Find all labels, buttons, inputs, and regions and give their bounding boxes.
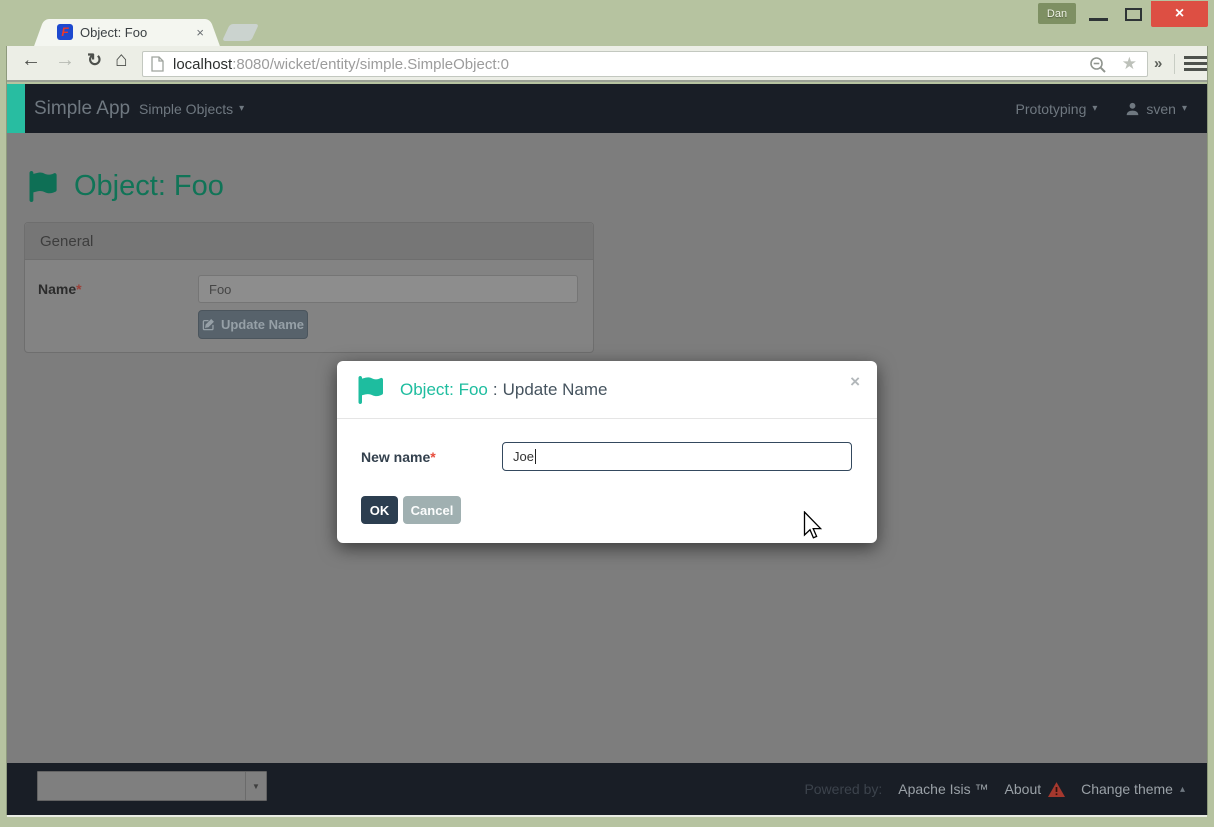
url-path: :8080/wicket/entity/simple.SimpleObject:… xyxy=(232,56,509,73)
user-name-label: sven xyxy=(1146,101,1176,117)
page-document-icon xyxy=(151,56,164,72)
edit-pencil-icon xyxy=(202,318,215,331)
close-icon[interactable]: × xyxy=(850,372,860,392)
menu-prototyping[interactable]: Prototyping ▾ xyxy=(1016,101,1098,117)
name-field-label: Name* xyxy=(38,275,198,339)
cancel-button[interactable]: Cancel xyxy=(403,496,461,524)
chrome-menu-icon[interactable] xyxy=(1184,56,1207,74)
update-name-label: Update Name xyxy=(221,317,304,332)
required-mark: * xyxy=(430,449,435,465)
text-caret xyxy=(535,449,536,464)
forward-icon[interactable]: → xyxy=(55,49,75,72)
chevron-down-icon: ▾ xyxy=(1092,103,1097,114)
dialog-action-title: Update Name xyxy=(503,380,608,399)
update-name-dialog: Object: Foo: Update Name × New name* Joe … xyxy=(337,361,877,543)
chevron-up-icon: ▴ xyxy=(1180,784,1185,795)
window-close-button[interactable]: × xyxy=(1151,1,1208,27)
panel-heading: General xyxy=(25,223,593,260)
warning-triangle-icon xyxy=(1048,782,1065,797)
flag-icon xyxy=(28,171,62,202)
dialog-title-separator: : xyxy=(493,380,498,399)
window-maximize-button[interactable] xyxy=(1125,8,1142,21)
url-bar[interactable]: localhost:8080/wicket/entity/simple.Simp… xyxy=(142,51,1148,77)
tab-title: Object: Foo xyxy=(80,25,147,40)
url-host: localhost xyxy=(173,56,232,73)
dialog-title: Object: Foo: Update Name xyxy=(400,380,608,400)
change-theme-link[interactable]: Change theme ▴ xyxy=(1081,781,1185,797)
toolbar-separator xyxy=(1174,54,1175,74)
new-name-input[interactable]: Joe xyxy=(502,442,852,471)
dialog-body: New name* Joe OK Cancel xyxy=(337,419,877,524)
user-menu[interactable]: sven ▾ xyxy=(1125,101,1187,117)
app-brand[interactable]: Simple App xyxy=(34,84,130,133)
browser-toolbar: ← → ↻ ⌂ localhost:8080/wicket/entity/sim… xyxy=(7,46,1207,82)
tab-favicon-icon: F xyxy=(57,24,73,40)
about-link[interactable]: About xyxy=(1005,781,1066,797)
home-icon[interactable]: ⌂ xyxy=(115,48,128,72)
reload-icon[interactable]: ↻ xyxy=(87,50,102,71)
name-input[interactable] xyxy=(198,275,578,303)
ok-button[interactable]: OK xyxy=(361,496,398,524)
footer-links: Powered by: Apache Isis ™ About Change t… xyxy=(804,763,1185,815)
tab-close-icon[interactable]: × xyxy=(196,25,204,40)
extensions-overflow-icon[interactable]: » xyxy=(1154,55,1162,72)
dialog-header: Object: Foo: Update Name × xyxy=(337,361,877,419)
navbar-right: Prototyping ▾ sven ▾ xyxy=(1016,84,1187,133)
back-icon[interactable]: ← xyxy=(21,49,41,72)
general-panel: General Name* Update Name xyxy=(24,222,594,353)
required-mark: * xyxy=(76,281,81,297)
window-minimize-button[interactable] xyxy=(1089,18,1108,21)
browser-tab[interactable]: F Object: Foo × xyxy=(48,19,206,46)
new-name-value: Joe xyxy=(513,449,534,464)
zoom-out-icon[interactable] xyxy=(1089,56,1107,74)
bookmark-star-icon[interactable]: ★ xyxy=(1122,54,1137,74)
chrome-profile-badge[interactable]: Dan xyxy=(1038,3,1076,24)
apache-isis-link[interactable]: Apache Isis ™ xyxy=(898,781,988,797)
update-name-button[interactable]: Update Name xyxy=(198,310,308,339)
new-name-field-label: New name* xyxy=(361,449,502,465)
app-navbar: Simple App Simple Objects ▾ Prototyping … xyxy=(7,84,1207,133)
menu-simple-objects-label: Simple Objects xyxy=(139,101,233,117)
window-frame-bottom xyxy=(7,815,1207,817)
chevron-down-icon: ▾ xyxy=(239,103,244,114)
window-frame-right xyxy=(1207,46,1208,815)
app-footer: ▼ Powered by: Apache Isis ™ About Change… xyxy=(7,763,1207,815)
about-label: About xyxy=(1005,781,1042,797)
new-tab-button[interactable] xyxy=(222,24,259,41)
menu-simple-objects[interactable]: Simple Objects ▾ xyxy=(139,84,244,133)
page-title: Object: Foo xyxy=(28,170,224,203)
select-dropdown-arrow-icon[interactable]: ▼ xyxy=(245,772,266,800)
desktop-screen: Dan × F Object: Foo × ← → ↻ ⌂ localhost:… xyxy=(0,0,1214,827)
page-title-text: Object: Foo xyxy=(74,170,224,203)
powered-by-label: Powered by: xyxy=(804,781,882,797)
chevron-down-icon: ▾ xyxy=(1182,103,1187,114)
brand-accent-bar xyxy=(7,84,25,133)
url-text[interactable]: localhost:8080/wicket/entity/simple.Simp… xyxy=(173,56,509,73)
user-icon xyxy=(1125,101,1140,117)
dialog-entity-title: Object: Foo xyxy=(400,380,488,399)
theme-select[interactable]: ▼ xyxy=(37,771,267,801)
panel-body: Name* Update Name xyxy=(25,260,593,352)
change-theme-label: Change theme xyxy=(1081,781,1173,797)
menu-prototyping-label: Prototyping xyxy=(1016,101,1087,117)
flag-icon xyxy=(357,376,388,404)
